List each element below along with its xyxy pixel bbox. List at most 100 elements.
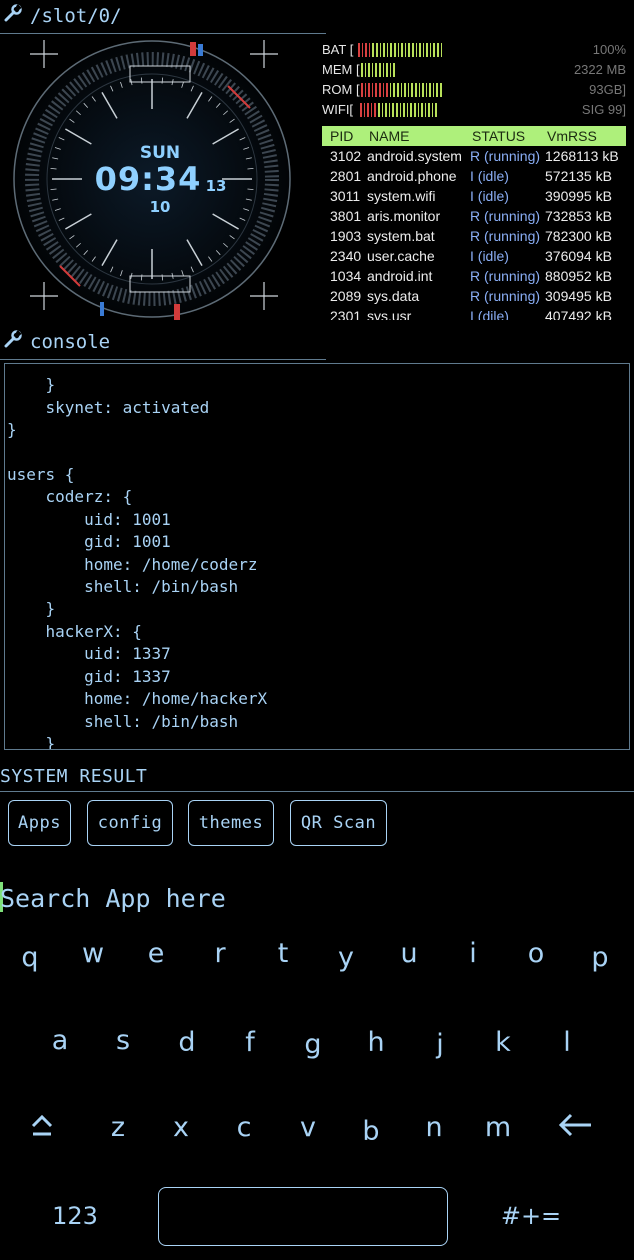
process-row[interactable]: 1034 android.int R (running) 880952 kB (322, 266, 626, 286)
console-title: console (30, 331, 111, 353)
column-header: VmRSS (547, 128, 597, 144)
key-b[interactable]: b (351, 1116, 391, 1148)
vmrss-cell: 732853 kB (545, 208, 612, 224)
stat-label: BAT [ (322, 42, 354, 57)
status-cell: I (dile) (470, 308, 509, 320)
key-z[interactable]: z (98, 1112, 138, 1144)
process-row[interactable]: 2301 sys.usr I (dile) 407492 kB (322, 306, 626, 320)
divider (0, 791, 634, 792)
wifi-bar-meter (360, 103, 438, 117)
key-k[interactable]: k (483, 1027, 523, 1059)
status-cell: R (running) (470, 268, 541, 284)
battery-bar-meter (358, 43, 443, 57)
shift-icon[interactable] (22, 1112, 62, 1146)
process-row[interactable]: 2089 sys.data R (running) 309495 kB (322, 286, 626, 306)
stat-value: 100% (592, 42, 626, 57)
column-header: STATUS (472, 128, 526, 144)
console-text: - } skynet: activated } users { coderz: … (7, 364, 268, 750)
pid-cell: 2801 (330, 168, 362, 184)
pid-cell: 3801 (330, 208, 362, 224)
stat-label: WIFI[ (322, 102, 354, 117)
key-s[interactable]: s (103, 1025, 143, 1057)
backspace-arrow-icon[interactable] (555, 1112, 595, 1146)
key-y[interactable]: y (326, 942, 366, 974)
space-bar[interactable] (158, 1187, 448, 1246)
process-row[interactable]: 3011 system.wifi I (idle) 390995 kB (322, 186, 626, 206)
path-header: /slot/0/ (0, 4, 326, 34)
key-n[interactable]: n (414, 1112, 454, 1144)
clock-time: 09:34 (94, 160, 202, 198)
symbols-key[interactable]: #+= (496, 1200, 566, 1232)
key-v[interactable]: v (288, 1112, 328, 1144)
key-g[interactable]: g (293, 1029, 333, 1061)
key-i[interactable]: i (453, 938, 493, 970)
pid-cell: 3102 (330, 148, 362, 164)
stat-value: 2322 MB (573, 62, 626, 77)
stat-value: SIG 99] (581, 102, 626, 117)
vmrss-cell: 880952 kB (545, 268, 612, 284)
wrench-icon (4, 330, 24, 353)
status-cell: I (idle) (470, 168, 509, 184)
clock-widget: SUN 09:34 13 10 (0, 36, 316, 326)
key-e[interactable]: e (136, 938, 176, 970)
config-button[interactable]: config (87, 800, 173, 846)
key-f[interactable]: f (230, 1027, 270, 1059)
pid-cell: 1903 (330, 228, 362, 244)
key-h[interactable]: h (356, 1027, 396, 1059)
name-cell: system.wifi (367, 188, 436, 204)
vmrss-cell: 376094 kB (545, 248, 612, 264)
system-result-label: SYSTEM RESULT (0, 766, 148, 787)
themes-button[interactable]: themes (188, 800, 274, 846)
process-table: PID NAME STATUS VmRSS 3102 android.system… (322, 126, 626, 320)
rom-bar-meter (361, 83, 442, 97)
stat-memory: MEM [ 2322 MB (322, 60, 626, 80)
clock-seconds: 13 (205, 177, 227, 195)
key-d[interactable]: d (167, 1027, 207, 1059)
status-cell: I (idle) (470, 248, 509, 264)
path-text: /slot/0/ (30, 5, 122, 27)
key-u[interactable]: u (389, 938, 429, 970)
key-l[interactable]: l (547, 1027, 587, 1059)
apps-button[interactable]: Apps (8, 800, 71, 846)
name-cell: sys.data (367, 288, 420, 304)
column-header: PID (330, 128, 354, 144)
key-w[interactable]: w (73, 938, 113, 970)
name-cell: android.phone (367, 168, 457, 184)
process-row[interactable]: 2340 user.cache I (idle) 376094 kB (322, 246, 626, 266)
numbers-key[interactable]: 123 (40, 1200, 110, 1232)
console-output[interactable]: - } skynet: activated } users { coderz: … (4, 363, 630, 750)
vmrss-cell: 407492 kB (545, 308, 612, 320)
key-t[interactable]: t (263, 938, 303, 970)
stat-label: ROM [ (322, 82, 360, 97)
qr-scan-button[interactable]: QR Scan (290, 800, 387, 846)
process-row[interactable]: 3801 aris.monitor R (running) 732853 kB (322, 206, 626, 226)
status-cell: I (idle) (470, 188, 509, 204)
key-q[interactable]: q (10, 942, 50, 974)
vmrss-cell: 572135 kB (545, 168, 612, 184)
wrench-icon (4, 4, 24, 27)
pid-cell: 1034 (330, 268, 362, 284)
search-input[interactable] (0, 880, 620, 916)
stat-wifi: WIFI[ SIG 99] (322, 100, 626, 120)
console-header: console (0, 330, 326, 360)
process-row[interactable]: 2801 android.phone I (idle) 572135 kB (322, 166, 626, 186)
key-a[interactable]: a (40, 1025, 80, 1057)
name-cell: aris.monitor (367, 208, 441, 224)
pid-cell: 2301 (330, 308, 362, 320)
key-p[interactable]: p (580, 942, 620, 974)
vmrss-cell: 309495 kB (545, 288, 612, 304)
memory-bar-meter (361, 63, 395, 77)
key-m[interactable]: m (478, 1112, 518, 1144)
key-j[interactable]: j (420, 1029, 460, 1061)
vmrss-cell: 390995 kB (545, 188, 612, 204)
name-cell: system.bat (367, 228, 435, 244)
key-o[interactable]: o (516, 938, 556, 970)
status-cell: R (running) (470, 148, 541, 164)
process-row[interactable]: 1903 system.bat R (running) 782300 kB (322, 226, 626, 246)
key-r[interactable]: r (200, 938, 240, 970)
name-cell: sys.usr (367, 308, 412, 320)
stat-value: 93GB] (589, 82, 626, 97)
key-x[interactable]: x (161, 1112, 201, 1144)
key-c[interactable]: c (224, 1112, 264, 1144)
process-row[interactable]: 3102 android.system R (running) 1268113 kB (322, 146, 626, 166)
